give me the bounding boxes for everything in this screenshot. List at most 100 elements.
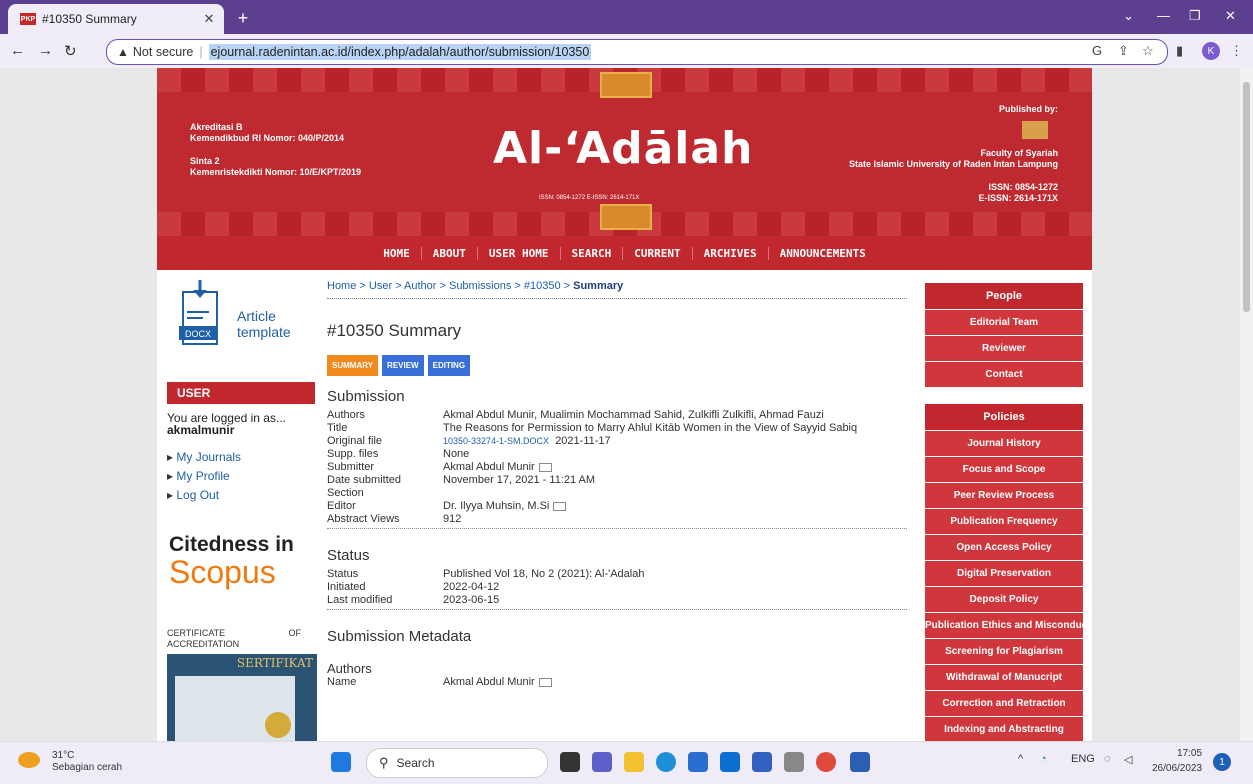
link-publication-frequency[interactable]: Publication Frequency [925, 509, 1083, 535]
language-indicator[interactable]: ENG [1071, 753, 1095, 765]
url-text[interactable]: ejournal.radenintan.ac.id/index.php/adal… [208, 44, 592, 60]
nav-search[interactable]: SEARCH [559, 246, 623, 260]
windows-start-icon[interactable] [331, 752, 351, 772]
link-plagiarism[interactable]: Screening for Plagiarism [925, 639, 1083, 665]
word-icon[interactable] [850, 752, 870, 772]
tab-review[interactable]: REVIEW [382, 355, 424, 376]
link-editorial-team[interactable]: Editorial Team [925, 310, 1083, 336]
tray-overflow-icon[interactable]: ^ [1018, 753, 1023, 765]
issn: ISSN: 0854-1272 [988, 182, 1058, 192]
link-journal-history[interactable]: Journal History [925, 431, 1083, 457]
google-icon[interactable]: G [1092, 43, 1102, 58]
address-bar[interactable]: ▲ Not secure | ejournal.radenintan.ac.id… [106, 39, 1168, 65]
chrome-icon[interactable] [816, 752, 836, 772]
page-scrollbar[interactable] [1240, 68, 1253, 741]
link-correction-retraction[interactable]: Correction and Retraction [925, 691, 1083, 717]
status-details: Status Published Vol 18, No 2 (2021): Al-… [327, 568, 907, 607]
template-line1[interactable]: Article [237, 308, 291, 324]
email-icon[interactable] [538, 462, 552, 472]
link-log-out[interactable]: Log Out [167, 486, 241, 505]
nav-archives[interactable]: ARCHIVES [691, 246, 768, 260]
link-deposit-policy[interactable]: Deposit Policy [925, 587, 1083, 613]
detail-row: Original file 10350-33274-1-SM.DOCX 2021-… [327, 435, 907, 448]
volume-icon[interactable]: ◁ [1124, 753, 1132, 766]
email-icon[interactable] [553, 501, 567, 511]
right-sidebar: People Editorial Team Reviewer Contact P… [925, 283, 1083, 741]
menu-kebab-icon[interactable]: ⋮ [1230, 43, 1243, 59]
link-my-journals[interactable]: My Journals [167, 448, 241, 467]
accreditation-certificate-image[interactable]: SERTIFIKAT [167, 654, 317, 741]
security-label[interactable]: Not secure [133, 45, 193, 59]
detail-value: 912 [443, 513, 462, 525]
link-focus-scope[interactable]: Focus and Scope [925, 457, 1083, 483]
link-digital-preservation[interactable]: Digital Preservation [925, 561, 1083, 587]
accreditation-line2: Kemendikbud RI Nomor: 040/P/2014 [190, 133, 345, 143]
restore-icon[interactable]: ❐ [1189, 8, 1201, 24]
link-indexing[interactable]: Indexing and Abstracting [925, 717, 1083, 741]
weather-desc: Sebagian cerah [52, 762, 123, 773]
chat-icon[interactable] [592, 752, 612, 772]
link-contact[interactable]: Contact [925, 362, 1083, 388]
bookmark-star-icon[interactable]: ☆ [1142, 43, 1154, 59]
tab-summary[interactable]: SUMMARY [327, 355, 379, 376]
system-clock[interactable]: 17:05 26/06/2023 [1152, 746, 1202, 776]
tray-app-icon[interactable]: ◔ [1040, 753, 1047, 765]
search-placeholder: Search [396, 756, 435, 770]
link-open-access[interactable]: Open Access Policy [925, 535, 1083, 561]
link-peer-review[interactable]: Peer Review Process [925, 483, 1083, 509]
close-tab-icon[interactable]: ✕ [200, 11, 218, 27]
link-publication-ethics[interactable]: Publication Ethics and Misconduct [925, 613, 1083, 639]
app-l-icon[interactable] [752, 752, 772, 772]
link-my-profile[interactable]: My Profile [167, 467, 241, 486]
nav-about[interactable]: ABOUT [420, 246, 477, 260]
tab-title: #10350 Summary [42, 12, 137, 26]
camera-icon[interactable] [784, 752, 804, 772]
reload-icon[interactable]: ↻ [64, 42, 77, 60]
mail-icon[interactable] [720, 752, 740, 772]
edge-icon[interactable] [656, 752, 676, 772]
forward-icon[interactable]: → [38, 42, 53, 59]
detail-key: Abstract Views [327, 513, 400, 525]
editor-name: Dr. Ilyya Muhsin, M.Si [443, 500, 550, 512]
citedness-scopus-banner[interactable]: Citedness in Scopus [169, 534, 294, 589]
link-withdrawal[interactable]: Withdrawal of Manucript [925, 665, 1083, 691]
profile-avatar[interactable]: K [1202, 42, 1220, 60]
back-icon[interactable]: ← [10, 42, 25, 59]
nav-user-home[interactable]: USER HOME [476, 246, 560, 260]
warning-icon[interactable]: ▲ [117, 45, 129, 59]
task-view-icon[interactable] [560, 752, 580, 772]
notification-badge[interactable]: 1 [1213, 753, 1231, 771]
tab-search-icon[interactable]: ⌄ [1123, 8, 1134, 24]
detail-row: Authors Akmal Abdul Munir, Mualimin Mocha… [327, 409, 907, 422]
breadcrumb-trail[interactable]: Home > User > Author > Submissions > #10… [327, 280, 573, 292]
scrollbar-thumb[interactable] [1243, 82, 1250, 312]
wifi-icon[interactable]: ◌ [1104, 753, 1111, 765]
side-panel-icon[interactable]: ▮ [1176, 43, 1183, 59]
taskbar-search[interactable]: ⚲ Search [366, 748, 548, 778]
detail-row: Editor Dr. Ilyya Muhsin, M.Si [327, 500, 907, 513]
detail-row: Section [327, 487, 907, 500]
close-window-icon[interactable]: ✕ [1225, 8, 1236, 24]
status-heading: Status [327, 547, 370, 564]
article-template-link[interactable]: Article template [237, 308, 291, 340]
share-icon[interactable]: ⇪ [1118, 43, 1129, 59]
nav-home[interactable]: HOME [372, 247, 421, 260]
minimize-icon[interactable]: — [1157, 8, 1170, 23]
nav-current[interactable]: CURRENT [622, 246, 691, 260]
template-line2[interactable]: template [237, 324, 291, 340]
tab-editing[interactable]: EDITING [427, 355, 471, 376]
link-reviewer[interactable]: Reviewer [925, 336, 1083, 362]
nav-announcements[interactable]: ANNOUNCEMENTS [767, 246, 877, 260]
original-file-link[interactable]: 10350-33274-1-SM.DOCX [443, 436, 549, 446]
journal-page: Akreditasi B Kemendikbud RI Nomor: 040/P… [157, 68, 1092, 741]
logged-in-info: You are logged in as... akmalmunir [167, 412, 286, 436]
main-content: Home > User > Author > Submissions > #10… [327, 280, 907, 689]
browser-tab[interactable]: PKP #10350 Summary ✕ [8, 4, 224, 34]
email-icon[interactable] [538, 677, 552, 687]
store-icon[interactable] [688, 752, 708, 772]
file-explorer-icon[interactable] [624, 752, 644, 772]
detail-row: Date submitted November 17, 2021 - 11:21 … [327, 474, 907, 487]
new-tab-icon[interactable]: + [232, 8, 254, 29]
detail-value: None [443, 448, 470, 460]
docx-template-icon[interactable]: DOCX [179, 280, 225, 350]
